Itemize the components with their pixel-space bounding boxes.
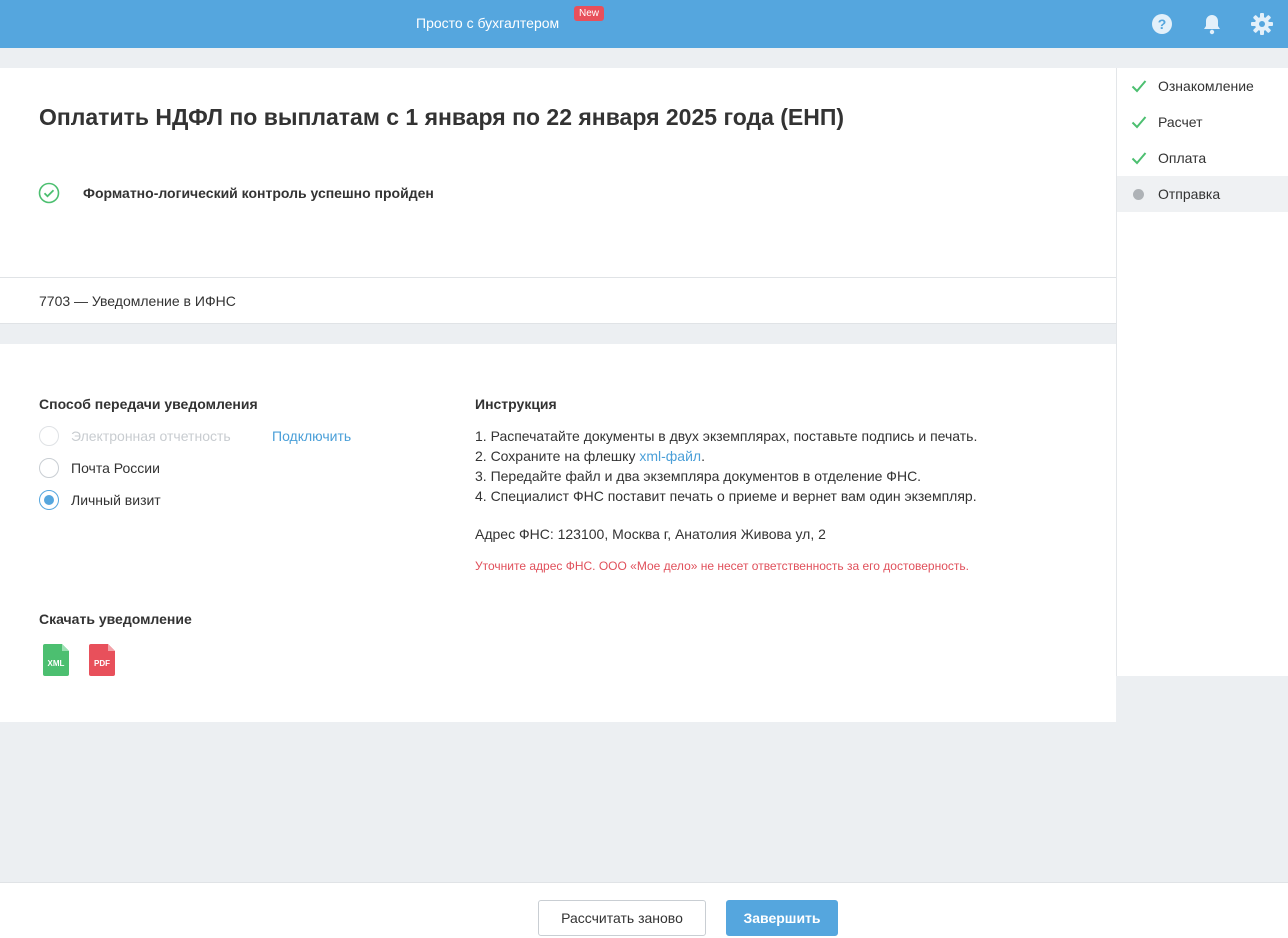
step-payment: Оплата [1117, 140, 1288, 176]
step-label: Расчет [1158, 114, 1203, 130]
transfer-heading: Способ передачи уведомления [39, 396, 258, 412]
send-card: Способ передачи уведомления Электронная … [0, 344, 1116, 722]
checkmark-icon [1131, 79, 1147, 93]
header-title-link[interactable]: Просто с бухгалтером [416, 15, 559, 31]
fns-address: Адрес ФНС: 123100, Москва г, Анатолия Жи… [475, 526, 826, 542]
radio-electronic [39, 426, 59, 446]
header-card: Оплатить НДФЛ по выплатам с 1 января по … [0, 68, 1116, 278]
radio-personal-visit-label[interactable]: Личный визит [71, 492, 161, 508]
connect-link[interactable]: Подключить [272, 428, 351, 444]
step-label: Отправка [1158, 186, 1221, 202]
format-check-status: Форматно-логический контроль успешно про… [83, 185, 434, 201]
page-title: Оплатить НДФЛ по выплатам с 1 января по … [39, 104, 845, 130]
svg-text:PDF: PDF [94, 659, 110, 668]
main-content: Оплатить НДФЛ по выплатам с 1 января по … [0, 68, 1116, 722]
gear-icon[interactable] [1250, 12, 1274, 36]
step-calculation: Расчет [1117, 104, 1288, 140]
check-circle-icon [38, 182, 60, 204]
radio-personal-visit[interactable] [39, 490, 59, 510]
radio-post[interactable] [39, 458, 59, 478]
document-name: 7703 — Уведомление в ИФНС [39, 293, 236, 309]
radio-post-label[interactable]: Почта России [71, 460, 160, 476]
section-gap [0, 324, 1116, 344]
new-badge: New [574, 6, 605, 21]
instruction-step: 4. Специалист ФНС поставит печать о прие… [475, 488, 977, 504]
recalculate-button[interactable]: Рассчитать заново [538, 900, 706, 936]
step-label: Оплата [1158, 150, 1207, 166]
address-warning: Уточните адрес ФНС. ООО «Мое дело» не не… [475, 559, 969, 573]
xml-file-icon[interactable]: XML [43, 644, 71, 676]
radio-electronic-label: Электронная отчетность [71, 428, 231, 444]
pdf-file-icon[interactable]: PDF [89, 644, 117, 676]
svg-text:?: ? [1158, 16, 1167, 32]
finish-button[interactable]: Завершить [726, 900, 838, 936]
step-intro: Ознакомление [1117, 68, 1288, 104]
instruction-step: 2. Сохраните на флешку xml-файл. [475, 448, 705, 464]
instruction-step: 3. Передайте файл и два экземпляра докум… [475, 468, 922, 484]
top-bar: Просто с бухгалтером New ? [0, 0, 1288, 48]
step-label: Ознакомление [1158, 78, 1254, 94]
current-step-dot-icon [1133, 189, 1144, 200]
checkmark-icon [1131, 151, 1147, 165]
footer-bar: Рассчитать заново Завершить [0, 882, 1288, 938]
svg-text:XML: XML [48, 659, 65, 668]
checkmark-icon [1131, 115, 1147, 129]
document-row: 7703 — Уведомление в ИФНС [0, 278, 1116, 324]
step-sending: Отправка [1117, 176, 1288, 212]
steps-sidebar: Ознакомление Расчет Оплата Отправка [1116, 68, 1288, 676]
help-icon[interactable]: ? [1150, 12, 1174, 36]
instruction-step: 1. Распечатайте документы в двух экземпл… [475, 428, 978, 444]
download-heading: Скачать уведомление [39, 611, 192, 627]
xml-file-link[interactable]: xml-файл [639, 448, 701, 464]
instructions-list: 1. Распечатайте документы в двух экземпл… [475, 426, 977, 506]
bell-icon[interactable] [1200, 12, 1224, 36]
instructions-heading: Инструкция [475, 396, 557, 412]
